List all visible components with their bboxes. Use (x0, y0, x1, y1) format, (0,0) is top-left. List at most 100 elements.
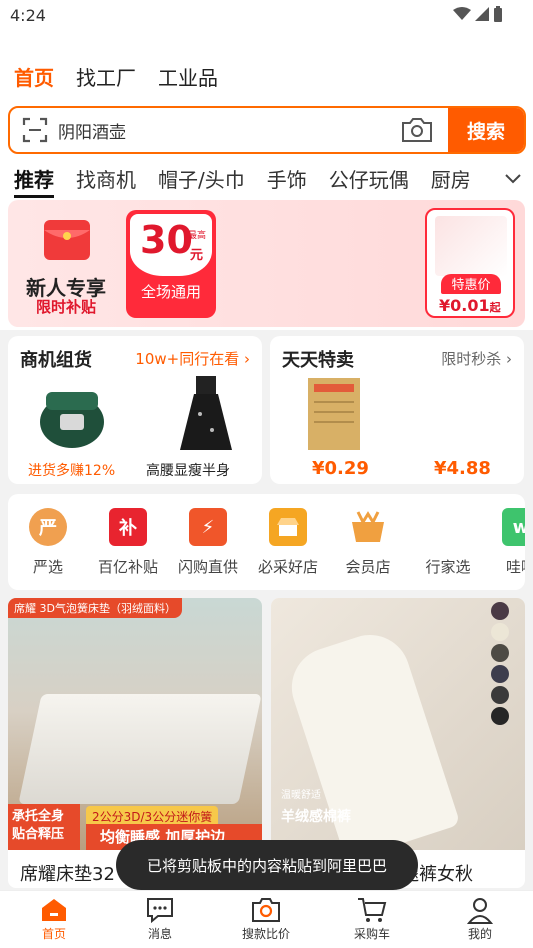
tab-label: 消息 (147, 927, 172, 941)
top-nav-home[interactable]: 首页 (14, 62, 54, 91)
banner-subtitle: 限时补贴 (36, 298, 97, 316)
quick-entry-flash[interactable]: ⚡ 闪购直供 (173, 508, 243, 577)
tab-cart[interactable]: 采购车 (332, 895, 412, 942)
quick-entry-row: 严 严选 补 百亿补贴 ⚡ 闪购直供 必采好店 会员店 行家选 w 哇噢 (8, 494, 525, 590)
quick-entry-member[interactable]: 会员店 (333, 508, 403, 577)
wifi-icon (453, 7, 471, 20)
user-icon (466, 898, 494, 924)
quick-entry-label: 闪购直供 (177, 558, 238, 576)
tissue-product-image (435, 216, 507, 276)
search-bar: 阴阳酒壶 搜索 (8, 106, 526, 154)
status-bar: 4:24 (0, 0, 533, 32)
category-tab-recommend[interactable]: 推荐 (14, 164, 54, 198)
bed-shape (18, 694, 262, 804)
quick-entry-label: 严选 (32, 558, 63, 576)
coupon-label: 全场通用 (140, 283, 201, 301)
red-envelope-icon (44, 220, 90, 260)
signal-icon (475, 7, 489, 21)
quick-entry-label: 会员店 (345, 558, 391, 576)
coupon-amount: 30 (140, 218, 193, 262)
scan-icon[interactable] (20, 115, 50, 145)
bottom-tab-bar: 首页 消息 搜款比价 采购车 我的 (0, 890, 533, 948)
quick-entry-waoo[interactable]: w 哇噢 (486, 508, 525, 577)
notebook-image (308, 378, 360, 450)
message-icon (147, 898, 173, 923)
category-tab[interactable]: 帽子/头巾 (158, 164, 245, 198)
product-caption: 高腰显瘦半身 (146, 463, 230, 479)
camera-search-icon (252, 898, 280, 922)
tab-profile[interactable]: 我的 (440, 895, 520, 942)
product-price: ¥4.88 (434, 458, 491, 479)
card-more-link[interactable]: 10w+同行在看 › (135, 348, 250, 369)
color-swatch (491, 686, 509, 704)
chevron-down-icon[interactable] (499, 166, 527, 192)
quick-entry-label: 百亿补贴 (97, 558, 158, 576)
coupon-card[interactable]: 30 最高 元 全场通用 (126, 210, 216, 318)
subsidy-icon: 补 (109, 508, 147, 546)
waoo-icon: w (502, 508, 525, 546)
status-icons (453, 6, 503, 22)
search-button[interactable]: 搜索 (448, 108, 524, 152)
cart-icon (358, 898, 387, 922)
camera-search-icon[interactable] (400, 116, 434, 144)
business-card[interactable]: 商机组货 10w+同行在看 › 进货多赚12% 高腰显瘦半身 (8, 336, 262, 484)
coupon-unit: 元 (190, 248, 204, 263)
category-tab[interactable]: 找商机 (76, 164, 136, 198)
coupon-unit-top: 最高 (188, 231, 207, 241)
category-tab[interactable]: 厨房 (431, 164, 471, 198)
deal-badge: 特惠价 (441, 274, 501, 294)
tab-label: 首页 (41, 927, 66, 941)
truck-icon: ⚡ (189, 508, 227, 546)
top-nav-find-factory[interactable]: 找工厂 (76, 62, 136, 91)
color-swatch (491, 644, 509, 662)
tab-compare[interactable]: 搜款比价 (226, 895, 306, 942)
quick-entry-label: 行家选 (425, 558, 471, 576)
deal-product-card[interactable]: 特惠价 ¥0.01起 (425, 208, 515, 318)
feed-item-tag: 席耀 3D气泡簧床垫（羽绒面料） (8, 598, 182, 618)
crown-box-icon (349, 508, 387, 546)
skirt-image (180, 376, 232, 450)
image-caption: 羊绒感棉裤 (281, 809, 351, 825)
tab-label: 采购车 (353, 927, 390, 941)
status-time: 4:24 (10, 6, 46, 25)
daily-deals-card[interactable]: 天天特卖 限时秒杀 › ¥0.29 ¥4.88 (270, 336, 524, 484)
quick-entry-label: 哇噢 (505, 558, 525, 576)
color-swatch (491, 665, 509, 683)
category-tab[interactable]: 公仔玩偶 (329, 164, 409, 198)
color-swatch (491, 623, 509, 641)
card-title: 天天特卖 (282, 350, 354, 371)
category-tabs: 推荐 找商机 帽子/头巾 手饰 公仔玩偶 厨房 (14, 164, 533, 198)
top-nav-industrial[interactable]: 工业品 (158, 62, 218, 91)
small-caption: 温暖舒适 (281, 790, 321, 801)
quick-entry-shops[interactable]: 必采好店 (253, 508, 323, 577)
shop-icon (269, 508, 307, 546)
search-input[interactable]: 阴阳酒壶 (50, 118, 400, 143)
feed-item-name: 席耀床垫32 (20, 864, 115, 885)
toast-message: 已将剪贴板中的内容粘贴到阿里巴巴 (116, 840, 418, 890)
card-more-link[interactable]: 限时秒杀 › (441, 348, 512, 369)
coupon-top: 30 最高 元 (130, 214, 212, 276)
top-nav: 首页 找工厂 工业品 (14, 62, 218, 91)
color-swatch (491, 602, 509, 620)
deal-price: ¥0.01起 (439, 296, 501, 315)
expert-icon (429, 508, 467, 546)
newcomer-banner[interactable]: 新人专享 限时补贴 30 最高 元 全场通用 特惠价 ¥0.01起 (8, 200, 525, 327)
category-tab[interactable]: 手饰 (267, 164, 307, 198)
quick-entry-expert[interactable]: 行家选 (413, 508, 483, 577)
color-swatch (491, 707, 509, 725)
product-caption: 进货多赚12% (28, 463, 116, 479)
yanxuan-icon: 严 (29, 508, 67, 546)
tab-messages[interactable]: 消息 (120, 895, 200, 942)
quick-entry-label: 必采好店 (257, 558, 318, 576)
battery-icon (494, 6, 502, 22)
card-title: 商机组货 (20, 350, 92, 371)
promo-label: 承托全身贴合释压 (8, 804, 80, 850)
quick-entry-yanxuan[interactable]: 严 严选 (13, 508, 83, 577)
pressure-cooker-image (40, 392, 104, 448)
tab-label: 搜款比价 (241, 927, 290, 941)
product-price: ¥0.29 (312, 458, 369, 479)
quick-entry-subsidy[interactable]: 补 百亿补贴 (93, 508, 163, 577)
home-icon (42, 899, 66, 921)
tab-label: 我的 (467, 927, 492, 941)
tab-home[interactable]: 首页 (14, 895, 94, 942)
